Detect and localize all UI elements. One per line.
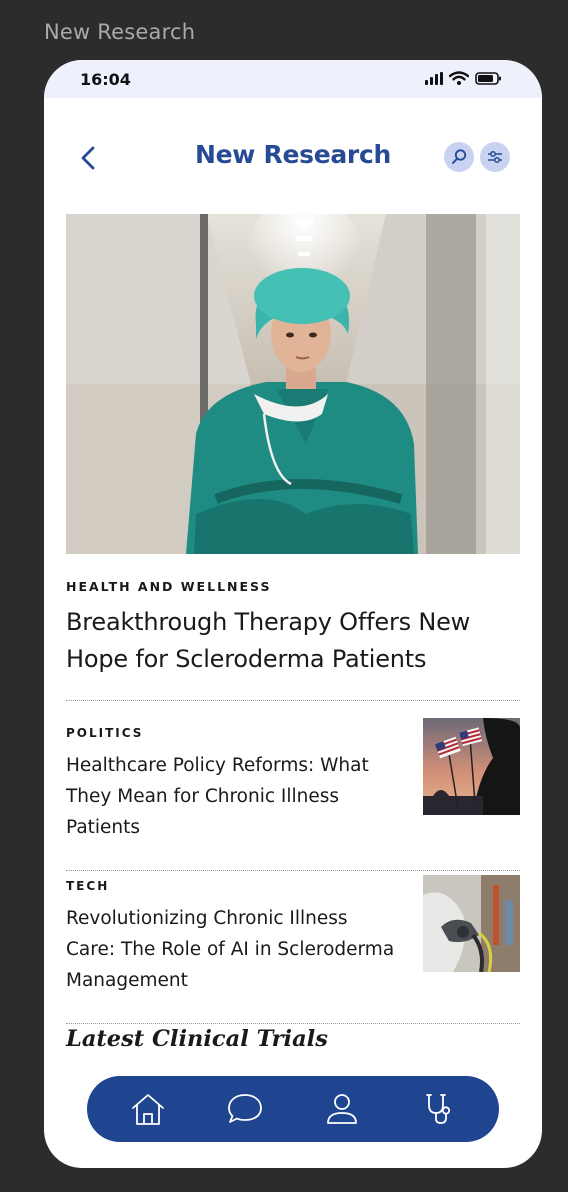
- chat-icon: [227, 1094, 262, 1123]
- nav-profile[interactable]: [320, 1087, 364, 1131]
- battery-icon: [475, 71, 501, 85]
- nav-messages[interactable]: [223, 1087, 267, 1131]
- home-icon: [131, 1094, 164, 1125]
- hero-photo: [66, 214, 520, 554]
- article-thumbnail: [423, 718, 520, 815]
- wifi-icon: [449, 71, 469, 85]
- hero-image[interactable]: [66, 214, 520, 554]
- nav-health[interactable]: [417, 1087, 461, 1131]
- user-icon: [326, 1094, 357, 1124]
- status-bar: 16:04: [44, 60, 542, 98]
- nav-home[interactable]: [126, 1087, 170, 1131]
- filter-button[interactable]: [480, 142, 510, 172]
- list-item[interactable]: TECH Revolutionizing Chronic Illness Car…: [66, 875, 520, 999]
- hero-title[interactable]: Breakthrough Therapy Offers New Hope for…: [66, 604, 506, 678]
- search-button[interactable]: [444, 142, 474, 172]
- phone-screen: 16:04 New Research HEALTH AND WELLNESS B…: [44, 60, 542, 1168]
- article-title: Healthcare Policy Reforms: What They Mea…: [66, 755, 369, 838]
- status-time: 16:04: [80, 70, 131, 89]
- flags-photo: [423, 718, 520, 815]
- article-category: POLITICS: [66, 726, 144, 740]
- status-icons: [425, 71, 502, 85]
- divider: [66, 1023, 520, 1024]
- hero-category: HEALTH AND WELLNESS: [66, 579, 272, 594]
- sliders-icon: [488, 151, 502, 163]
- divider: [66, 700, 520, 701]
- search-icon: [452, 149, 467, 164]
- nav-header: New Research: [44, 136, 542, 180]
- article-thumbnail: [423, 875, 520, 972]
- frame-label: New Research: [44, 20, 196, 44]
- section-title: Latest Clinical Trials: [66, 1026, 328, 1052]
- bottom-nav: [87, 1076, 499, 1142]
- list-item[interactable]: POLITICS Healthcare Policy Reforms: What…: [66, 718, 520, 846]
- stethoscope-icon: [425, 1094, 450, 1124]
- signal-icon: [425, 71, 443, 85]
- article-title: Revolutionizing Chronic Illness Care: Th…: [66, 908, 395, 991]
- article-category: TECH: [66, 879, 110, 893]
- charger-photo: [423, 875, 520, 972]
- divider: [66, 870, 520, 871]
